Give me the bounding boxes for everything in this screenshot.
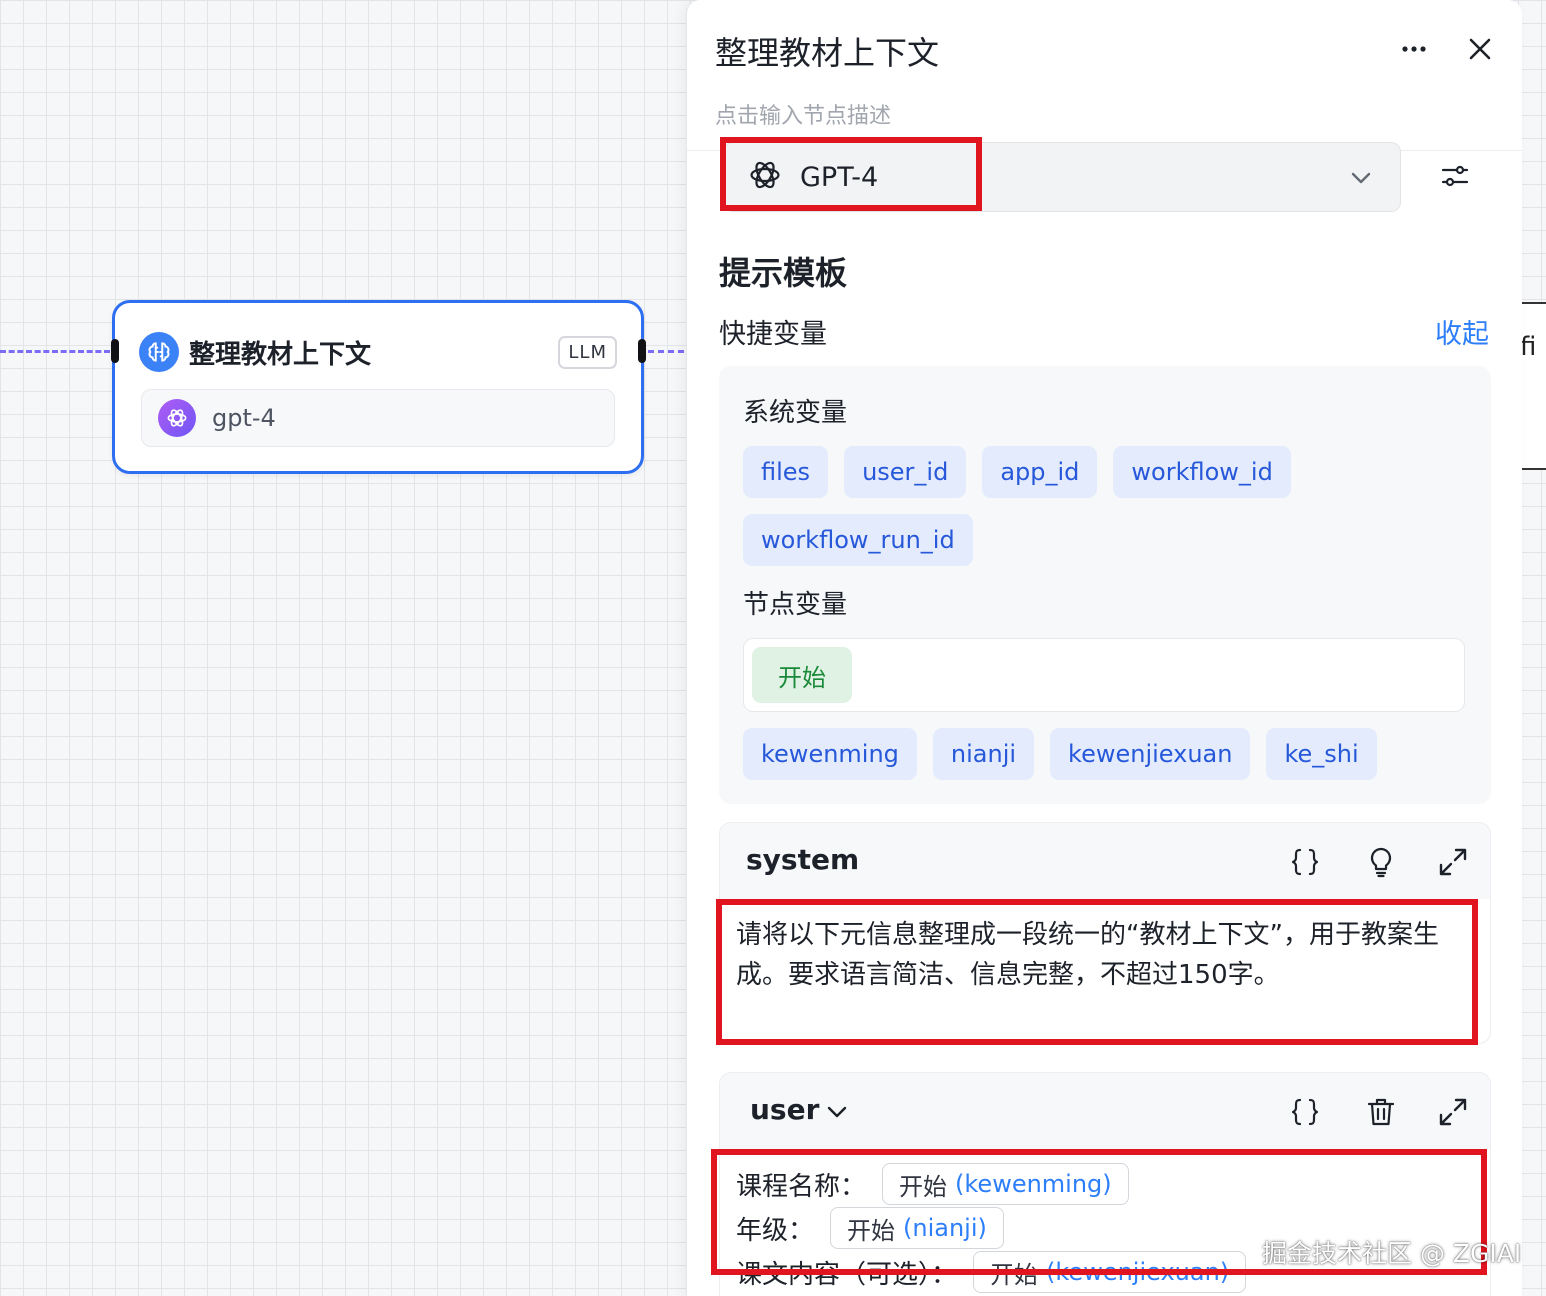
var-ref-kewenming[interactable]: 开始 (kewenming) [882,1163,1129,1205]
var-ref-name: (kewenjiexuan) [1046,1258,1230,1286]
trash-icon[interactable] [1364,1095,1398,1129]
var-chip-kewenjiexuan[interactable]: kewenjiexuan [1050,728,1251,780]
more-icon[interactable] [1399,34,1429,64]
lightbulb-icon[interactable] [1364,845,1398,879]
var-chip-nianji[interactable]: nianji [932,728,1035,780]
close-icon[interactable] [1465,34,1495,64]
var-chip-user-id[interactable]: user_id [844,446,967,498]
var-ref-source: 开始 [847,1216,896,1245]
user-role-select[interactable]: user [750,1093,819,1126]
expand-icon[interactable] [1436,1095,1470,1129]
shortcut-vars-heading: 快捷变量 [719,319,827,350]
node-header: 整理教材上下文 LLM [139,331,617,373]
var-chip-workflow-run-id[interactable]: workflow_run_id [743,514,973,566]
var-chip-ke-shi[interactable]: ke_shi [1266,728,1377,780]
brain-icon [139,332,179,372]
node-type-badge: LLM [558,335,617,369]
node-input-handle[interactable] [111,339,119,363]
node-vars-source-box: 开始 [743,638,1465,712]
system-message-header: system [720,823,1490,899]
system-message-editor[interactable]: 请将以下元信息整理成一段统一的“教材上下文”，用于教案生成。要求语言简洁、信息完… [720,899,1490,1043]
system-message-text: 请将以下元信息整理成一段统一的“教材上下文”，用于教案生成。要求语言简洁、信息完… [736,920,1439,990]
model-select-value: GPT-4 [800,161,879,193]
openai-icon [158,399,196,437]
panel-title[interactable]: 整理教材上下文 [715,28,939,74]
model-select[interactable]: GPT-4 [723,142,1401,212]
system-vars-row: files user_id app_id workflow_id [743,446,1291,498]
user-line-label: 课程名称： [736,1171,867,1202]
node-model-label: gpt-4 [212,404,276,432]
system-role-label: system [746,843,860,876]
var-chip-kewenming[interactable]: kewenming [743,728,917,780]
node-title: 整理教材上下文 [189,339,372,370]
shortcut-vars-box: 系统变量 files user_id app_id workflow_id wo… [719,366,1491,804]
system-vars-row-2: workflow_run_id [743,514,973,566]
node-vars-row: kewenming nianji kewenjiexuan ke_shi [743,728,1377,780]
node-vars-label: 节点变量 [743,590,848,620]
var-ref-nianji[interactable]: 开始 (nianji) [830,1207,1004,1249]
settings-sliders-icon[interactable] [1439,160,1471,192]
var-ref-name: (nianji) [903,1214,987,1242]
user-line-course-name: 课程名称： 开始 (kewenming) [736,1163,1129,1205]
collapse-button[interactable]: 收起 [1435,312,1489,351]
system-message-block: system 请将以下元信息整理成一段统一的“教材上下文”，用于教案生成。要求语… [719,822,1491,1044]
var-ref-source: 开始 [899,1172,948,1201]
var-ref-name: (kewenming) [955,1170,1112,1198]
var-chip-files[interactable]: files [743,446,829,498]
llm-node[interactable]: 整理教材上下文 LLM gpt-4 [112,300,644,474]
user-line-content: 课文内容（可选）： 开始 (kewenjiexuan) [736,1251,1247,1293]
user-line-grade: 年级： 开始 (nianji) [736,1207,1004,1249]
next-node-peek-text: fi [1520,332,1537,362]
braces-icon[interactable] [1288,845,1322,879]
expand-icon[interactable] [1436,845,1470,879]
var-ref-source: 开始 [990,1260,1039,1289]
chevron-down-icon[interactable] [824,1099,858,1133]
edge-incoming [0,350,110,353]
user-message-header: user [720,1073,1490,1149]
var-ref-kewenjiexuan[interactable]: 开始 (kewenjiexuan) [973,1251,1247,1293]
user-message-editor[interactable]: 课程名称： 开始 (kewenming) 年级： 开始 (nianji) 课文内… [720,1149,1490,1296]
chevron-down-icon [1348,165,1374,191]
node-description-input[interactable]: 点击输入节点描述 [715,98,891,130]
user-line-label: 年级： [736,1215,815,1246]
braces-icon[interactable] [1288,1095,1322,1129]
var-chip-workflow-id[interactable]: workflow_id [1113,446,1291,498]
system-vars-label: 系统变量 [743,398,848,428]
var-chip-app-id[interactable]: app_id [982,446,1098,498]
openai-icon [746,156,784,198]
user-line-label: 课文内容（可选）： [736,1259,958,1290]
node-output-handle[interactable] [638,339,646,363]
node-config-panel: 整理教材上下文 点击输入节点描述 GPT-4 提示模板 快捷变量 收起 系统变量 [686,0,1522,1296]
watermark: 掘金技术社区 @ ZGIAI [1262,1239,1522,1268]
node-model-display: gpt-4 [141,389,615,447]
prompt-template-heading: 提示模板 [719,254,848,292]
node-source-chip-start[interactable]: 开始 [752,647,852,703]
edge-outgoing [648,350,684,353]
